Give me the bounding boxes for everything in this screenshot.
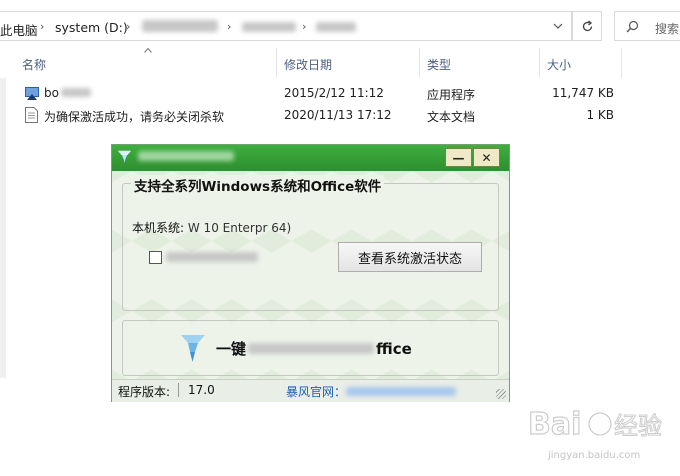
version-label: 程序版本: <box>118 385 171 399</box>
tornado-icon <box>118 150 131 163</box>
breadcrumb-subfolder[interactable] <box>242 20 296 35</box>
option-checkbox[interactable] <box>149 251 162 264</box>
breadcrumb-system-drive[interactable]: system (D:) <box>55 20 128 35</box>
breadcrumb-separator: › <box>227 20 232 33</box>
baidu-watermark: Bai 经验 jingyan.baidu.com <box>520 396 680 476</box>
column-divider[interactable] <box>621 48 622 78</box>
file-row[interactable]: 为确保激活成功，请务必关闭杀软 2020/11/13 17:12 文本文档 1 … <box>22 105 622 127</box>
baidu-logo-icon: Bai 经验 <box>528 406 663 442</box>
breadcrumb-this-pc[interactable]: 此电脑 <box>0 20 38 39</box>
close-button[interactable]: ✕ <box>473 148 500 167</box>
breadcrumb-current[interactable] <box>316 20 356 35</box>
refresh-icon[interactable] <box>572 11 602 41</box>
address-bar-row: 此电脑 › system (D:) › › › 搜索 <box>0 0 680 44</box>
group-title: 支持全系列Windows系统和Office软件 <box>131 175 385 195</box>
file-row[interactable]: bo 2015/2/12 11:12 应用程序 11,747 KB <box>22 83 622 105</box>
official-site-link[interactable]: 暴风官网： <box>286 383 457 400</box>
file-size: 11,747 KB <box>552 86 614 100</box>
resize-grip-icon[interactable] <box>496 389 506 399</box>
chevron-down-icon[interactable] <box>543 11 573 41</box>
search-icon <box>626 20 639 33</box>
tornado-icon <box>181 335 205 362</box>
system-label: 本机系统: W 10 Enterpr 64) <box>132 221 292 235</box>
file-size: 1 KB <box>586 108 614 122</box>
file-date: 2015/2/12 11:12 <box>284 86 384 100</box>
column-divider[interactable] <box>419 48 420 78</box>
app-icon <box>24 85 40 104</box>
dialog-title <box>138 150 234 164</box>
column-divider[interactable] <box>276 48 277 78</box>
one-click-label: 一键 ffice <box>216 340 412 358</box>
activation-dialog: — ✕ 支持全系列Windows系统和Office软件 本机系统: W 10 E… <box>111 144 510 402</box>
breadcrumb-download-folder[interactable] <box>142 20 218 35</box>
search-input[interactable]: 搜索 <box>614 11 680 41</box>
file-type: 文本文档 <box>427 110 476 124</box>
watermark-url: jingyan.baidu.com <box>548 450 641 461</box>
breadcrumb-separator: › <box>302 20 307 33</box>
check-activation-status-button[interactable]: 查看系统激活状态 <box>338 242 482 272</box>
dialog-status-bar: 程序版本: 17.0 暴风官网： <box>112 379 509 402</box>
nav-pane-edge <box>0 78 6 378</box>
file-type: 应用程序 <box>427 88 476 102</box>
file-name: 为确保激活成功，请务必关闭杀软 <box>44 110 225 124</box>
option-label <box>166 251 258 265</box>
minimize-button[interactable]: — <box>445 148 472 167</box>
text-file-icon <box>25 107 38 126</box>
column-divider[interactable] <box>539 48 540 78</box>
one-click-activate-button[interactable]: 一键 ffice <box>122 320 499 376</box>
breadcrumb-separator: › <box>40 20 45 33</box>
system-value: W 10 Enterpr 64) <box>187 221 292 235</box>
dialog-titlebar[interactable]: — ✕ <box>112 145 509 171</box>
status-divider <box>178 383 179 397</box>
breadcrumb-separator: › <box>126 20 131 33</box>
version-value: 17.0 <box>188 383 215 397</box>
search-placeholder: 搜索 <box>655 22 680 36</box>
dialog-body: 支持全系列Windows系统和Office软件 本机系统: W 10 Enter… <box>112 171 509 379</box>
svg-text:Bai: Bai <box>528 407 581 442</box>
file-date: 2020/11/13 17:12 <box>284 108 392 122</box>
svg-text:经验: 经验 <box>614 412 662 440</box>
sort-ascending-icon <box>144 48 152 53</box>
file-name: bo <box>44 86 91 100</box>
